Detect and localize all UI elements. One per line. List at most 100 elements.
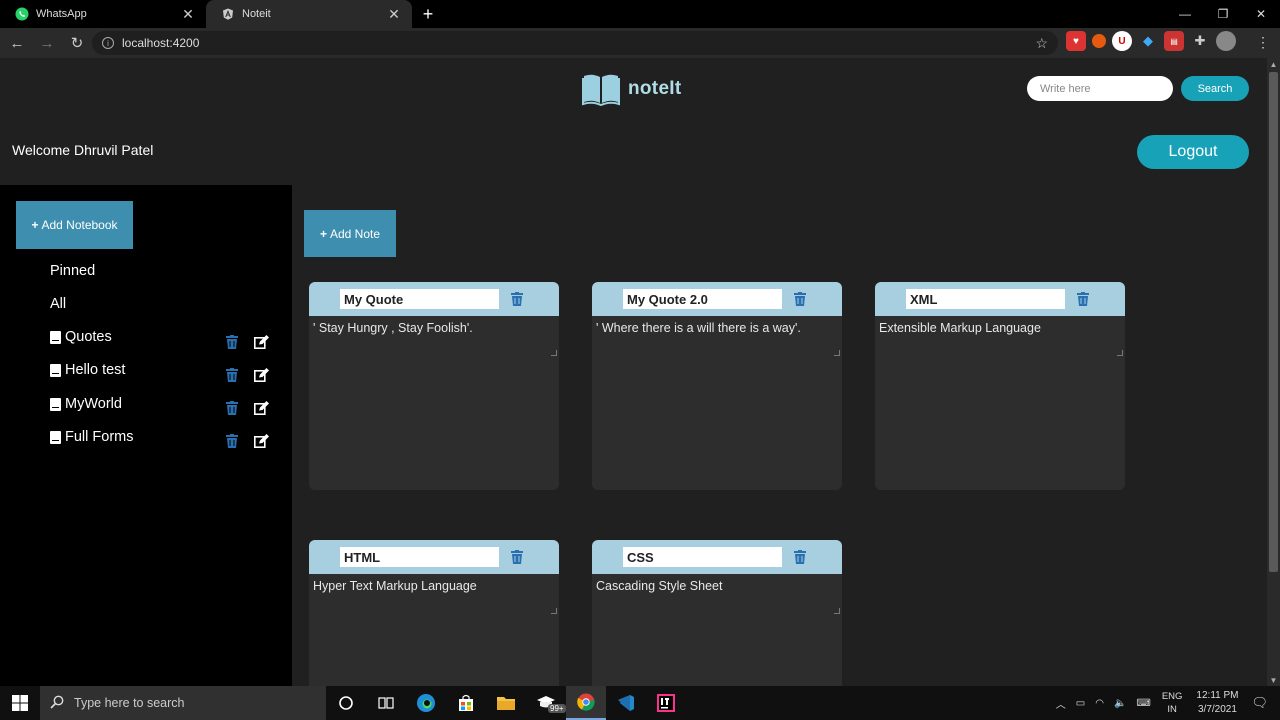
extension-icon[interactable] <box>1092 34 1106 48</box>
edit-icon[interactable] <box>254 434 269 448</box>
task-view-icon[interactable] <box>366 686 406 720</box>
avatar[interactable] <box>1216 31 1236 51</box>
back-icon[interactable]: ← <box>4 30 30 56</box>
tab-noteit[interactable]: Noteit ✕ <box>206 0 412 28</box>
reload-icon[interactable]: ↻ <box>64 30 90 56</box>
volume-icon[interactable]: 🔈 <box>1114 698 1126 709</box>
trash-icon[interactable] <box>794 292 806 306</box>
clock[interactable]: 12:11 PM 3/7/2021 <box>1196 689 1238 717</box>
extension-icon[interactable]: ▤ <box>1164 31 1184 51</box>
sidebar-notebook-quotes[interactable]: Quotes <box>50 329 112 345</box>
windows-start-icon[interactable] <box>0 686 40 720</box>
wifi-icon[interactable]: ◠ <box>1095 698 1104 709</box>
edit-icon[interactable] <box>254 368 269 382</box>
windows-taskbar: Type here to search 99+ ︿ ▭ ◠ 🔈 ⌨ ENG IN <box>0 686 1280 720</box>
note-body-textarea[interactable]: Hyper Text Markup Language <box>309 574 559 614</box>
trash-icon[interactable] <box>1077 292 1089 306</box>
browser-menu-icon[interactable]: ⋮ <box>1256 34 1270 51</box>
add-note-button[interactable]: + Add Note <box>304 210 396 257</box>
scrollbar-thumb[interactable] <box>1269 72 1278 572</box>
note-card-header: HTML <box>309 540 559 574</box>
note-body-text: Cascading Style Sheet <box>596 579 723 593</box>
ublock-extension-icon[interactable]: U <box>1112 31 1132 51</box>
keyboard-icon[interactable]: ⌨ <box>1136 698 1150 709</box>
note-body-textarea[interactable]: ' Stay Hungry , Stay Foolish'. <box>309 316 559 356</box>
note-card-header: My Quote 2.0 <box>592 282 842 316</box>
close-window-icon[interactable]: ✕ <box>1242 0 1280 28</box>
language-indicator[interactable]: ENG IN <box>1162 690 1183 716</box>
scroll-down-icon[interactable]: ▼ <box>1267 674 1280 686</box>
close-tab-icon[interactable]: ✕ <box>386 6 402 23</box>
search-icon <box>50 695 64 712</box>
note-body-text: Extensible Markup Language <box>879 321 1041 335</box>
note-title-input[interactable]: XML <box>906 289 1065 309</box>
edit-icon[interactable] <box>254 401 269 415</box>
trash-icon[interactable] <box>226 401 238 415</box>
file-explorer-icon[interactable] <box>486 686 526 720</box>
chrome-icon[interactable] <box>566 686 606 720</box>
app-logo: noteIt <box>582 72 682 106</box>
battery-icon[interactable]: ▭ <box>1076 698 1085 709</box>
notebook-name: Full Forms <box>65 429 134 445</box>
url-bar[interactable]: i localhost:4200 ☆ <box>92 31 1058 55</box>
region-code: IN <box>1167 704 1177 715</box>
trash-icon[interactable] <box>511 550 523 564</box>
forward-icon[interactable]: → <box>34 30 60 56</box>
minimize-icon[interactable]: — <box>1166 0 1204 28</box>
page-scrollbar[interactable]: ▲ ▼ <box>1267 58 1280 686</box>
close-tab-icon[interactable]: ✕ <box>180 6 196 23</box>
trash-icon[interactable] <box>226 368 238 382</box>
note-title-input[interactable]: My Quote <box>340 289 499 309</box>
plus-icon: + <box>31 218 39 232</box>
whatsapp-icon <box>15 7 29 21</box>
puzzle-extensions-icon[interactable]: ✚ <box>1190 31 1210 51</box>
sidebar-item-all[interactable]: All <box>50 296 66 312</box>
sidebar-notebook-myworld[interactable]: MyWorld <box>50 396 122 412</box>
logout-button[interactable]: Logout <box>1137 135 1249 169</box>
trash-icon[interactable] <box>226 335 238 349</box>
trash-icon[interactable] <box>794 550 806 564</box>
notebook-name: Quotes <box>65 329 112 345</box>
chevron-up-icon[interactable]: ︿ <box>1056 696 1066 711</box>
pocket-extension-icon[interactable]: ♥ <box>1066 31 1086 51</box>
notebook-actions <box>226 368 269 382</box>
note-card-header: XML <box>875 282 1125 316</box>
resize-handle[interactable] <box>1117 350 1123 356</box>
search-button[interactable]: Search <box>1181 76 1249 101</box>
resize-handle[interactable] <box>551 608 557 614</box>
note-body-textarea[interactable]: Extensible Markup Language <box>875 316 1125 356</box>
mail-app-icon[interactable]: 99+ <box>526 686 566 720</box>
new-tab-icon[interactable]: + <box>414 0 442 28</box>
maximize-icon[interactable]: ❐ <box>1204 0 1242 28</box>
trash-icon[interactable] <box>511 292 523 306</box>
note-title-input[interactable]: CSS <box>623 547 782 567</box>
sidebar-item-pinned[interactable]: Pinned <box>50 263 95 279</box>
edge-icon[interactable] <box>406 686 446 720</box>
store-icon[interactable] <box>446 686 486 720</box>
vscode-icon[interactable] <box>606 686 646 720</box>
extension-icon[interactable]: ◆ <box>1138 31 1158 51</box>
note-title-input[interactable]: HTML <box>340 547 499 567</box>
resize-handle[interactable] <box>834 608 840 614</box>
add-notebook-button[interactable]: + Add Notebook <box>16 201 133 249</box>
site-info-icon[interactable]: i <box>102 37 114 49</box>
bookmark-star-icon[interactable]: ☆ <box>1035 35 1048 52</box>
note-body-textarea[interactable]: ' Where there is a will there is a way'. <box>592 316 842 356</box>
add-note-label: Add Note <box>329 226 381 241</box>
tab-whatsapp[interactable]: WhatsApp ✕ <box>0 0 206 28</box>
taskbar-search-box[interactable]: Type here to search <box>40 686 326 720</box>
note-title-input[interactable]: My Quote 2.0 <box>623 289 782 309</box>
notification-center-icon[interactable]: 🗨 <box>1251 695 1268 711</box>
note-body-textarea[interactable]: Cascading Style Sheet <box>592 574 842 614</box>
sidebar-notebook-hello-test[interactable]: Hello test <box>50 362 125 378</box>
resize-handle[interactable] <box>834 350 840 356</box>
cortana-icon[interactable] <box>326 686 366 720</box>
search-input[interactable] <box>1027 76 1173 101</box>
intellij-icon[interactable] <box>646 686 686 720</box>
edit-icon[interactable] <box>254 335 269 349</box>
sidebar-notebook-full-forms[interactable]: Full Forms <box>50 429 133 445</box>
trash-icon[interactable] <box>226 434 238 448</box>
scroll-up-icon[interactable]: ▲ <box>1267 58 1280 70</box>
resize-handle[interactable] <box>551 350 557 356</box>
note-body-text: ' Where there is a will there is a way'. <box>596 321 801 335</box>
